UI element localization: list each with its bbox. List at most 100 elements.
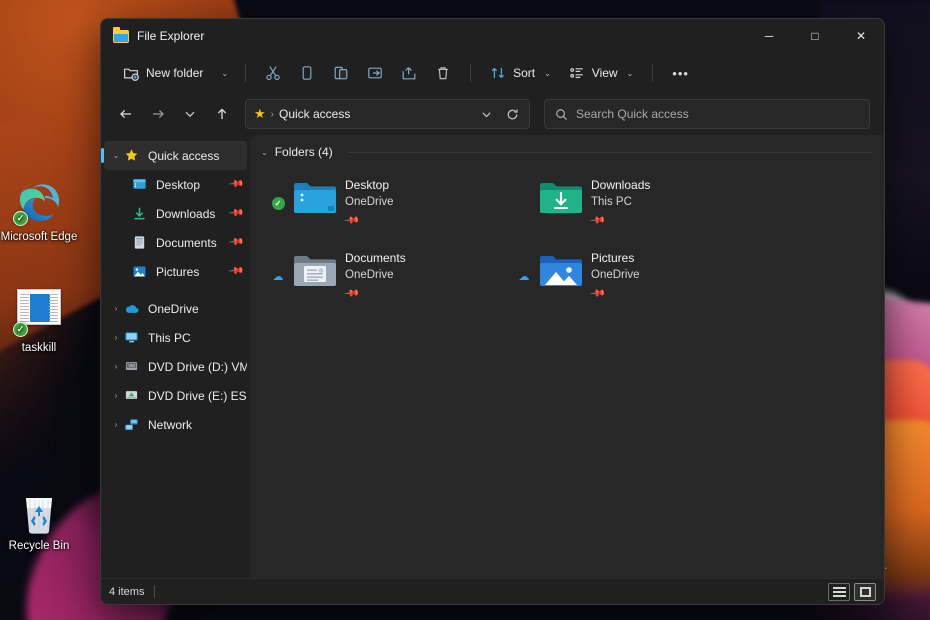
- sidebar-item-label: Network: [148, 417, 193, 432]
- documents-icon: [132, 235, 150, 251]
- breadcrumb-separator: ›: [270, 108, 274, 120]
- chevron-down-icon[interactable]: ⌄: [261, 148, 268, 157]
- paste-button[interactable]: [325, 58, 357, 88]
- onedrive-icon: [124, 301, 142, 317]
- forward-button[interactable]: [143, 99, 173, 129]
- sidebar-item-desktop[interactable]: Desktop 📌: [104, 170, 247, 199]
- sidebar-item-documents[interactable]: Documents 📌: [104, 228, 247, 257]
- folder-name: Pictures: [591, 251, 635, 265]
- desktop-icon-microsoft-edge[interactable]: ✓ Microsoft Edge: [0, 178, 78, 244]
- chevron-right-icon[interactable]: ›: [108, 333, 124, 342]
- more-icon: •••: [672, 65, 689, 81]
- pin-icon[interactable]: 📌: [227, 205, 244, 221]
- network-icon: [124, 417, 142, 433]
- new-folder-button[interactable]: New folder: [115, 58, 211, 88]
- toolbar-divider: [245, 64, 247, 82]
- folder-item-downloads[interactable]: Downloads This PC 📌: [509, 169, 739, 234]
- document-icon: ✓: [13, 289, 63, 337]
- delete-button[interactable]: [427, 58, 459, 88]
- sidebar-item-pictures[interactable]: Pictures 📌: [104, 257, 247, 286]
- folder-desktop-icon: [293, 179, 337, 215]
- chevron-right-icon[interactable]: ›: [108, 304, 124, 313]
- sync-status: [517, 175, 531, 197]
- desktop-icon: [132, 177, 150, 193]
- copy-icon: [299, 65, 315, 81]
- address-bar[interactable]: ★ › Quick access: [245, 99, 530, 129]
- details-view-button[interactable]: [828, 582, 850, 601]
- pin-icon[interactable]: 📌: [227, 234, 244, 250]
- new-folder-dropdown-button[interactable]: ⌄: [213, 58, 234, 88]
- sidebar-item-onedrive[interactable]: › OneDrive: [104, 294, 247, 323]
- sidebar-item-quick-access[interactable]: ⌄ Quick access: [101, 141, 247, 170]
- view-button[interactable]: View ⌄: [561, 58, 642, 88]
- breadcrumb-quick-access[interactable]: Quick access: [279, 107, 350, 121]
- folder-icon: [113, 26, 129, 43]
- copy-button[interactable]: [291, 58, 323, 88]
- chevron-right-icon[interactable]: ›: [108, 362, 124, 371]
- refresh-button[interactable]: [499, 101, 525, 127]
- chevron-right-icon[interactable]: ›: [108, 391, 124, 400]
- large-icons-view-button[interactable]: [854, 582, 876, 601]
- pin-icon: 📌: [343, 285, 360, 302]
- chevron-down-icon: ⌄: [626, 68, 634, 78]
- back-button[interactable]: [111, 99, 141, 129]
- chevron-down-icon[interactable]: ⌄: [108, 151, 124, 160]
- sidebar-item-dvd-drive-d[interactable]: › VM DVD Drive (D:) VMw: [104, 352, 247, 381]
- sidebar-item-label: Documents: [156, 235, 217, 250]
- desktop-icon-label: Recycle Bin: [8, 540, 70, 552]
- downloads-icon: [132, 206, 150, 222]
- sidebar-item-network[interactable]: › Network: [104, 410, 247, 439]
- cut-button[interactable]: [257, 58, 289, 88]
- large-icons-view-icon: [859, 586, 871, 597]
- edge-icon: ✓: [13, 178, 63, 226]
- sidebar-item-downloads[interactable]: Downloads 📌: [104, 199, 247, 228]
- desktop-icon-taskkill[interactable]: ✓ taskkill: [0, 283, 78, 355]
- pictures-icon: [132, 264, 150, 280]
- rename-button[interactable]: [359, 58, 391, 88]
- new-folder-icon: [123, 65, 139, 81]
- folder-location: OneDrive: [345, 196, 394, 208]
- folder-item-pictures[interactable]: ☁ Pictures OneDrive 📌: [509, 242, 739, 307]
- navigation-pane[interactable]: ⌄ Quick access Desktop 📌 Downloads 📌 Doc…: [101, 135, 251, 578]
- more-options-button[interactable]: •••: [664, 58, 697, 88]
- share-icon: [401, 65, 417, 81]
- refresh-icon: [507, 108, 518, 119]
- sidebar-item-label: Quick access: [148, 148, 220, 163]
- folder-name: Desktop: [345, 178, 390, 192]
- view-label: View: [591, 66, 618, 80]
- folder-grid: ✓ Desktop OneDrive 📌 Downloads This PC 📌…: [251, 163, 884, 315]
- sort-button[interactable]: Sort ⌄: [482, 58, 559, 88]
- desktop-icon-label: taskkill: [21, 342, 57, 354]
- sidebar-item-label: OneDrive: [148, 301, 199, 316]
- address-dropdown-button[interactable]: [473, 101, 499, 127]
- chevron-right-icon[interactable]: ›: [108, 420, 124, 429]
- minimize-button[interactable]: ─: [746, 19, 792, 53]
- back-arrow-icon: [120, 109, 131, 119]
- maximize-button[interactable]: □: [792, 19, 838, 53]
- sync-status: ✓: [271, 175, 285, 210]
- recent-locations-button[interactable]: [175, 99, 205, 129]
- window-title: File Explorer: [137, 29, 205, 43]
- pin-icon[interactable]: 📌: [227, 263, 244, 279]
- pin-icon: 📌: [589, 212, 606, 229]
- window-titlebar[interactable]: File Explorer ─ □ ✕: [101, 19, 884, 53]
- sidebar-item-dvd-drive-e[interactable]: › DVD Drive (E:) ESD-: [104, 381, 247, 410]
- folder-item-documents[interactable]: ☁ Documents OneDrive 📌: [263, 242, 493, 307]
- sidebar-item-this-pc[interactable]: › This PC: [104, 323, 247, 352]
- close-button[interactable]: ✕: [838, 19, 884, 53]
- chevron-down-icon: ⌄: [221, 68, 229, 78]
- sort-icon: [490, 65, 506, 81]
- folder-name: Downloads: [591, 178, 651, 192]
- folders-group-header[interactable]: ⌄ Folders (4): [251, 135, 884, 163]
- folder-item-desktop[interactable]: ✓ Desktop OneDrive 📌: [263, 169, 493, 234]
- file-list-pane[interactable]: ⌄ Folders (4) ✓ Desktop OneDrive 📌 Downl…: [251, 135, 884, 578]
- up-button[interactable]: [207, 99, 237, 129]
- address-row: ★ › Quick access Search Quick access: [101, 93, 884, 135]
- window-body: ⌄ Quick access Desktop 📌 Downloads 📌 Doc…: [101, 135, 884, 578]
- chevron-down-icon: [481, 111, 491, 117]
- desktop-icon-recycle-bin[interactable]: Recycle Bin: [0, 487, 78, 553]
- search-input[interactable]: Search Quick access: [544, 99, 870, 129]
- pin-icon[interactable]: 📌: [227, 176, 244, 192]
- share-button[interactable]: [393, 58, 425, 88]
- window-controls: ─ □ ✕: [746, 19, 884, 53]
